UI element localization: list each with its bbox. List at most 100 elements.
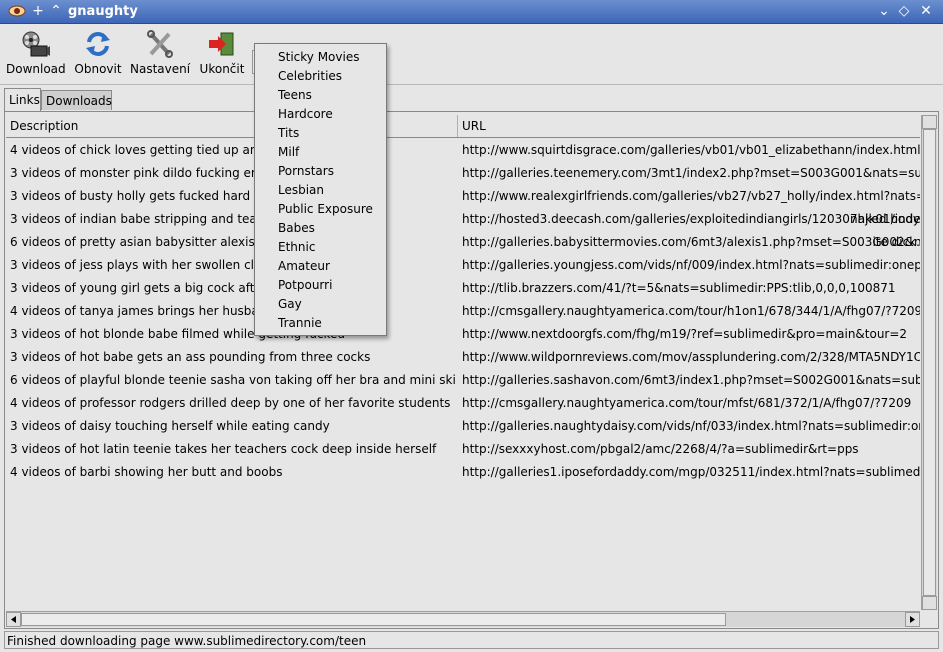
window-title: gnaughty (68, 4, 138, 19)
scroll-right-button[interactable] (905, 612, 920, 627)
table-header: Description URL (6, 115, 920, 138)
menu-item[interactable]: Amateur (278, 257, 330, 276)
tab-links[interactable]: Links (4, 88, 41, 112)
menu-item[interactable]: Teens (278, 86, 312, 105)
row-description: 3 videos of hot blonde babe filmed while… (10, 327, 346, 341)
table-row[interactable]: 3 videos of hot blonde babe filmed while… (6, 323, 920, 346)
refresh-icon (86, 32, 110, 56)
menu-item[interactable]: Milf (278, 143, 299, 162)
table-row[interactable]: 3 videos of young girl gets a big cock a… (6, 277, 920, 300)
table-row[interactable]: 3 videos of hot babe gets an ass poundin… (6, 346, 920, 369)
app-eye-icon[interactable] (8, 4, 26, 18)
menu-item[interactable]: Sticky Movies (278, 48, 359, 67)
row-url: http://cmsgallery.naughtyamerica.com/tou… (462, 396, 912, 410)
row-description: 3 videos of hot babe gets an ass poundin… (10, 350, 371, 364)
pin-button[interactable]: + (30, 2, 46, 20)
quit-label: Ukončit (199, 62, 245, 76)
row-url: http://hosted3.deecash.com/galleries/exp… (462, 212, 920, 226)
row-description: 3 videos of jess plays with her swollen … (10, 258, 284, 272)
refresh-label: Obnovit (74, 62, 122, 76)
row-description: 3 videos of hot latin teenie takes her t… (10, 442, 437, 456)
row-description: 4 videos of tanya james brings her husba… (10, 304, 286, 318)
row-description: 6 videos of pretty asian babysitter alex… (10, 235, 292, 249)
status-bar: Finished downloading page www.sublimedir… (4, 631, 939, 649)
column-header-url[interactable]: URL (458, 115, 920, 137)
table-row[interactable]: 3 videos of busty holly gets fucked hard… (6, 185, 920, 208)
table-row[interactable]: 3 videos of monster pink dildo fucking e… (6, 162, 920, 185)
row-description: 4 videos of professor rodgers drilled de… (10, 396, 451, 410)
title-bar: + ⌃ gnaughty ⌄ ◇ ✕ (0, 0, 943, 24)
menu-item[interactable]: Tits (278, 124, 299, 143)
shade-button[interactable]: ⌃ (48, 2, 64, 20)
menu-item[interactable]: Lesbian (278, 181, 324, 200)
row-url: http://sexxxyhost.com/pbgal2/amc/2268/4/… (462, 442, 859, 456)
row-description: 4 videos of chick loves getting tied up … (10, 143, 288, 157)
table-row[interactable]: 4 videos of tanya james brings her husba… (6, 300, 920, 323)
horizontal-scroll-thumb[interactable] (21, 613, 726, 626)
horizontal-scrollbar[interactable] (6, 611, 920, 627)
arrow-right-icon (910, 616, 915, 623)
quit-button[interactable]: Ukončit (198, 30, 246, 80)
row-url: http://galleries.sashavon.com/6mt3/index… (462, 373, 920, 387)
menu-item[interactable]: Gay (278, 295, 302, 314)
arrow-left-icon (11, 616, 16, 623)
row-url: http://galleries.youngjess.com/vids/nf/0… (462, 258, 920, 272)
row-url: http://galleries1.iposefordaddy.com/mgp/… (462, 465, 920, 479)
menu-item[interactable]: Pornstars (278, 162, 334, 181)
row-url: http://cmsgallery.naughtyamerica.com/tou… (462, 304, 920, 318)
row-description: 6 videos of playful blonde teenie sasha … (10, 373, 456, 387)
minimize-button[interactable]: ⌄ (876, 2, 892, 20)
menu-item[interactable]: Babes (278, 219, 315, 238)
row-url: http://www.realexgirlfriends.com/galleri… (462, 189, 920, 203)
menu-item[interactable]: Hardcore (278, 105, 333, 124)
settings-button[interactable]: Nastavení (130, 30, 190, 80)
row-url: http://www.wildpornreviews.com/mov/asspl… (462, 350, 920, 364)
download-label: Download (6, 62, 66, 76)
row-url: http://galleries.naughtydaisy.com/vids/n… (462, 419, 920, 433)
table-row[interactable]: 4 videos of barbi showing her butt and b… (6, 461, 920, 484)
table-row[interactable]: 3 videos of indian babe stripping and te… (6, 208, 920, 231)
scroll-up-button[interactable] (922, 115, 937, 129)
row-url: http://www.nextdoorgfs.com/fhg/m19/?ref=… (462, 327, 908, 341)
links-panel: Description URL 4 videos of chick loves … (4, 111, 939, 629)
tools-icon (147, 30, 173, 58)
download-button[interactable]: Download (6, 30, 66, 80)
column-header-description[interactable]: Description (6, 115, 458, 137)
row-url: http://tlib.brazzers.com/41/?t=5&nats=su… (462, 281, 896, 295)
table-row[interactable]: 4 videos of professor rodgers drilled de… (6, 392, 920, 415)
row-description: 4 videos of barbi showing her butt and b… (10, 465, 283, 479)
row-description: 3 videos of daisy touching herself while… (10, 419, 330, 433)
menu-item[interactable]: Trannie (278, 314, 322, 333)
row-url: http://galleries.teenemery.com/3mt1/inde… (462, 166, 920, 180)
row-description: 3 videos of indian babe stripping and te… (10, 212, 282, 226)
maximize-button[interactable]: ◇ (896, 2, 912, 20)
table-row[interactable]: 4 videos of chick loves getting tied up … (6, 139, 920, 162)
film-reel-icon (22, 31, 50, 57)
tab-downloads[interactable]: Downloads (41, 90, 112, 110)
table-row[interactable]: 3 videos of jess plays with her swollen … (6, 254, 920, 277)
menu-item[interactable]: Public Exposure (278, 200, 373, 219)
row-description: 3 videos of young girl gets a big cock a… (10, 281, 289, 295)
close-button[interactable]: ✕ (918, 2, 934, 20)
settings-label: Nastavení (130, 62, 191, 76)
links-table: 4 videos of chick loves getting tied up … (6, 139, 920, 609)
table-row[interactable]: 3 videos of daisy touching herself while… (6, 415, 920, 438)
menu-item[interactable]: Potpourri (278, 276, 332, 295)
exit-door-icon (209, 32, 234, 56)
table-row[interactable]: 6 videos of playful blonde teenie sasha … (6, 369, 920, 392)
vertical-scrollbar[interactable] (921, 115, 937, 610)
row-description: 3 videos of busty holly gets fucked hard… (10, 189, 291, 203)
category-menu: Sticky Movies Celebrities Teens Hardcore Tit… (254, 43, 387, 336)
toolbar: Download Obnovit Nastavení Ukončit (0, 24, 943, 85)
row-description: 3 videos of monster pink dildo fucking e… (10, 166, 289, 180)
vertical-scroll-thumb[interactable] (923, 129, 936, 596)
refresh-button[interactable]: Obnovit (72, 30, 124, 80)
menu-item[interactable]: Ethnic (278, 238, 315, 257)
row-url: http://galleries.babysittermovies.com/6m… (462, 235, 920, 249)
menu-item[interactable]: Celebrities (278, 67, 342, 86)
scroll-left-button[interactable] (6, 612, 21, 627)
table-row[interactable]: 6 videos of pretty asian babysitter alex… (6, 231, 920, 254)
table-row[interactable]: 3 videos of hot latin teenie takes her t… (6, 438, 920, 461)
scroll-down-button[interactable] (922, 596, 937, 610)
row-url: http://www.squirtdisgrace.com/galleries/… (462, 143, 920, 157)
